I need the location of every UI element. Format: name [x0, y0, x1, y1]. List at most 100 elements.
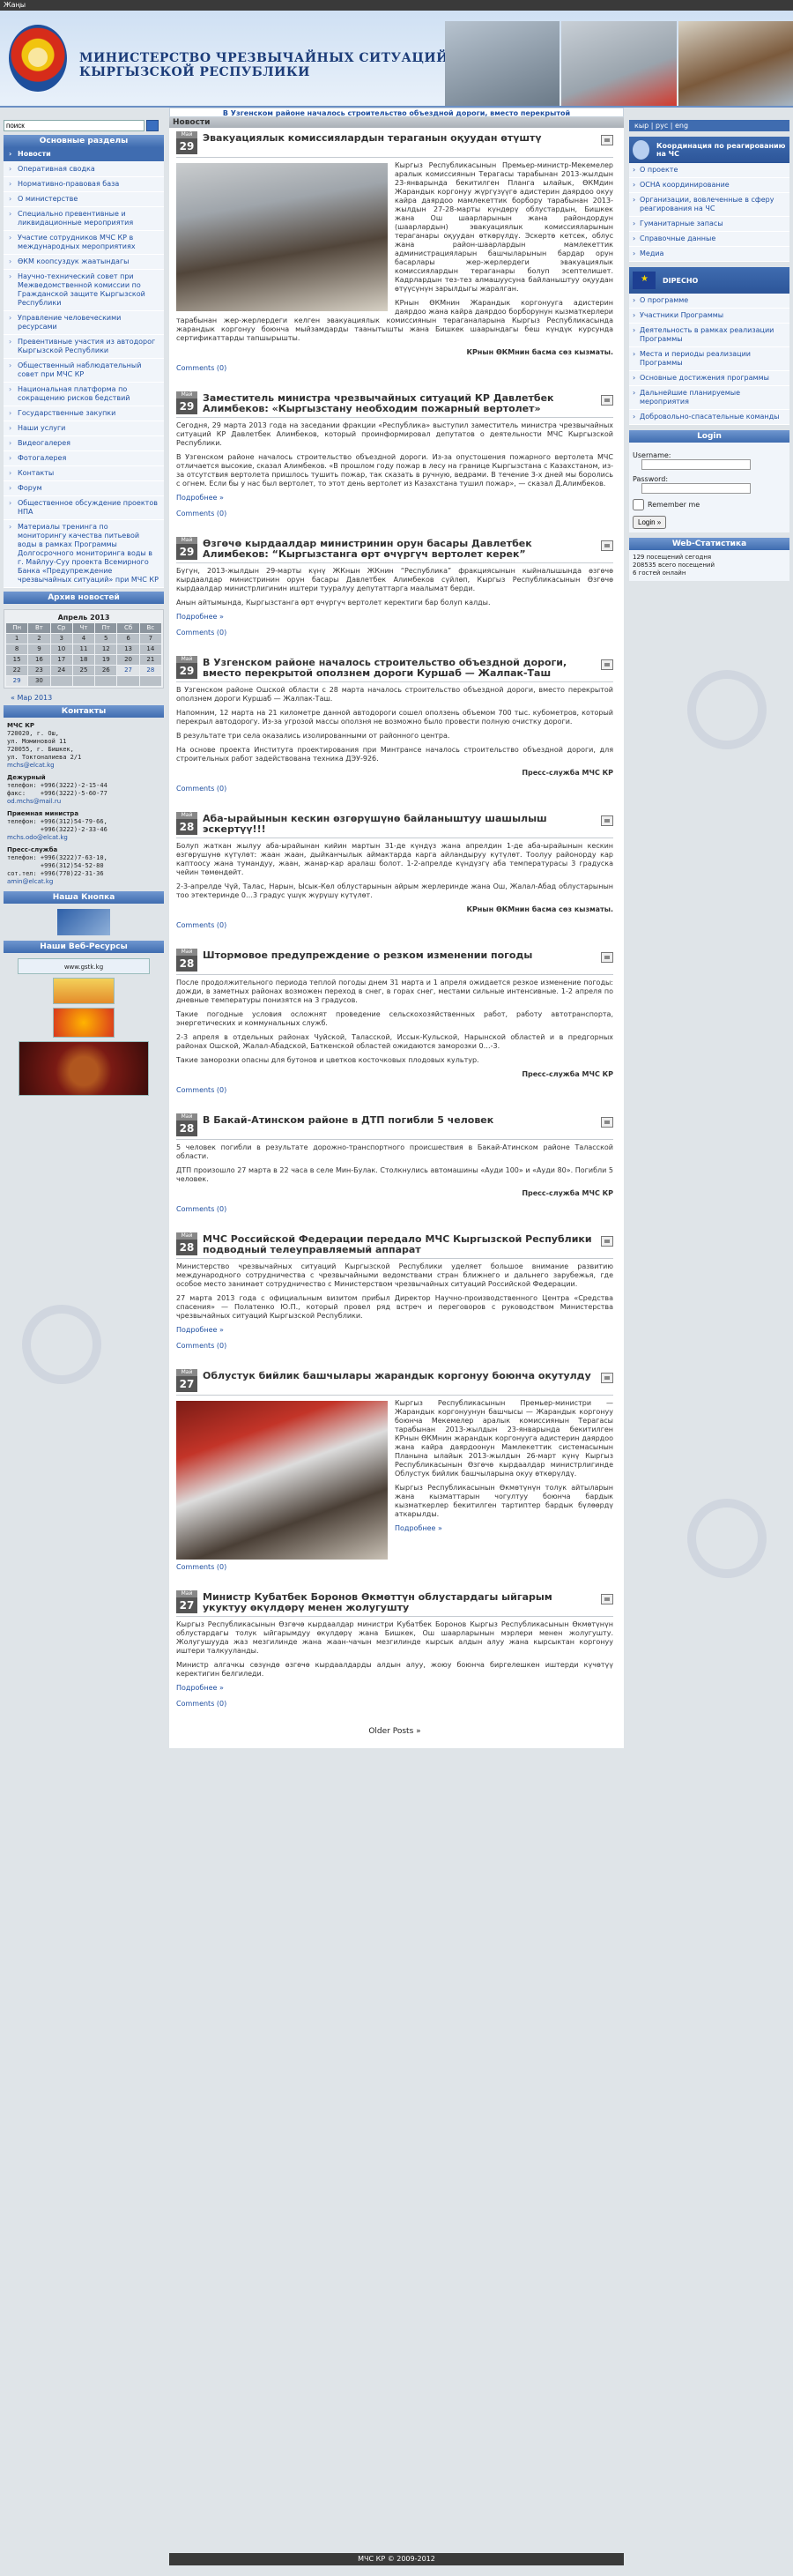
print-icon[interactable] — [601, 1236, 613, 1247]
article-title-link[interactable]: Заместитель министра чрезвычайных ситуац… — [197, 391, 601, 414]
print-icon[interactable] — [601, 540, 613, 551]
article-title-link[interactable]: МЧС Российской Федерации передало МЧС Кы… — [197, 1232, 601, 1255]
sidebar-menu-item[interactable]: Управление человеческими ресурсами — [4, 311, 164, 335]
sidebar-menu-item[interactable]: ӨКМ коопсуздук жаатындагы — [4, 255, 164, 270]
coordination-menu-item[interactable]: О проекте — [629, 163, 789, 178]
search-input[interactable] — [4, 120, 145, 131]
comments-link[interactable]: Comments (0) — [176, 1700, 613, 1708]
sidebar-menu-item[interactable]: Форум — [4, 481, 164, 496]
sidebar-menu-item[interactable]: Специально превентивные и ликвидационные… — [4, 207, 164, 231]
article-title-link[interactable]: Өзгөчө кырдаалдар министринин орун басар… — [197, 537, 601, 560]
sidebar-menu-item[interactable]: Нормативно-правовая база — [4, 177, 164, 192]
read-more-link[interactable]: Подробнее » — [176, 1684, 224, 1692]
contacts-reception-email-link[interactable]: mchs.odo@elcat.kg — [7, 834, 160, 842]
sidebar-menu-item[interactable]: Общественный наблюдательный совет при МЧ… — [4, 359, 164, 383]
article-title-link[interactable]: В Бакай-Атинском районе в ДТП погибли 5 … — [197, 1113, 601, 1126]
ministry-emblem-icon[interactable] — [9, 25, 67, 92]
print-icon[interactable] — [601, 1117, 613, 1128]
calendar-day: 21 — [139, 655, 161, 665]
print-icon[interactable] — [601, 395, 613, 406]
print-icon[interactable] — [601, 1373, 613, 1383]
dipecho-menu-item[interactable]: Участники Программы — [629, 309, 789, 324]
dipecho-menu-item[interactable]: Добровольно-спасательные команды — [629, 410, 789, 425]
print-icon[interactable] — [601, 952, 613, 963]
calendar-prev-text[interactable]: « Мар 2013 — [11, 694, 52, 702]
comments-link[interactable]: Comments (0) — [176, 364, 613, 372]
article-title-link[interactable]: Облустук бийлик башчылары жарандык корго… — [197, 1369, 601, 1381]
our-button-banner[interactable] — [57, 909, 110, 935]
print-icon[interactable] — [601, 815, 613, 826]
sidebar-menu-item[interactable]: Научно-технический совет при Межведомств… — [4, 270, 164, 311]
print-icon[interactable] — [601, 659, 613, 670]
watermark-emblem-icon — [22, 1305, 101, 1384]
contacts-press-email-link[interactable]: amin@elcat.kg — [7, 878, 160, 886]
calendar-day: 17 — [50, 655, 72, 665]
comments-link[interactable]: Comments (0) — [176, 921, 613, 929]
comments-link[interactable]: Comments (0) — [176, 785, 613, 793]
calendar-day[interactable]: 27 — [117, 666, 139, 675]
sidebar-menu-item[interactable]: Участие сотрудников МЧС КР в международн… — [4, 231, 164, 255]
sidebar-menu-item[interactable]: Фотогалерея — [4, 451, 164, 466]
older-posts-link[interactable]: Older Posts » — [176, 1727, 613, 1736]
language-switcher[interactable]: кыр | рус | eng — [629, 120, 789, 131]
print-icon[interactable] — [601, 135, 613, 145]
article-body: Кыргыз Республикасынын Премьер-министр-М… — [176, 161, 613, 357]
article-title-link[interactable]: В Узгенском районе началось строительств… — [197, 656, 601, 679]
comments-link[interactable]: Comments (0) — [176, 1342, 613, 1350]
calendar-grid: Пн Вт Ср Чт Пт Сб Вс 1 2 3 4 5 6 7 8 9 10 11 12 13 14 15 16 17 1… — [6, 623, 161, 686]
read-more-link[interactable]: Подробнее » — [176, 494, 224, 502]
print-icon[interactable] — [601, 1594, 613, 1604]
coordination-menu-item[interactable]: Организации, вовлеченные в сферу реагиро… — [629, 193, 789, 217]
dipecho-menu-item[interactable]: Деятельность в рамках реализации Програм… — [629, 324, 789, 347]
sidebar-menu-item[interactable]: О министерстве — [4, 192, 164, 207]
article-title-link[interactable]: Штормовое предупреждение о резком измене… — [197, 949, 601, 961]
sidebar-menu-item[interactable]: Контакты — [4, 466, 164, 481]
stats-line: 6 гостей онлайн — [633, 570, 686, 577]
read-more-link[interactable]: Подробнее » — [395, 1524, 442, 1532]
article-title-link[interactable]: Аба-ырайынын кескин өзгөрүшүнө байланышт… — [197, 812, 601, 835]
coordination-menu-item[interactable]: Медиа — [629, 247, 789, 262]
resource-banner-hydromet[interactable] — [53, 978, 115, 1004]
resource-banner-tree[interactable] — [19, 1041, 149, 1096]
article-title-link[interactable]: Министр Кубатбек Боронов Өкмөттүн облуст… — [197, 1590, 601, 1613]
calendar-day[interactable]: 28 — [139, 666, 161, 675]
dipecho-menu-item[interactable]: Дальнейшие планируемые мероприятия — [629, 386, 789, 410]
comments-link[interactable]: Comments (0) — [176, 629, 613, 637]
sidebar-menu-item[interactable]: Видеогалерея — [4, 436, 164, 451]
sidebar-menu-item[interactable]: Превентивные участия из автодорог Кыргыз… — [4, 335, 164, 359]
sidebar-menu-item[interactable]: Национальная платформа по сокращению рис… — [4, 383, 164, 406]
gstk-banner-link[interactable]: www.gstk.kg — [18, 958, 150, 974]
comments-link[interactable]: Comments (0) — [176, 510, 613, 517]
comments-link[interactable]: Comments (0) — [176, 1205, 613, 1213]
resource-banner-emblem[interactable] — [53, 1008, 115, 1038]
dipecho-menu-item[interactable]: Основные достижения программы — [629, 371, 789, 386]
breadcrumb-text[interactable]: В Узгенском районе началось строительств… — [223, 109, 570, 117]
dipecho-menu-item[interactable]: О программе — [629, 294, 789, 309]
breadcrumb[interactable]: В Узгенском районе началось строительств… — [169, 108, 624, 117]
contacts-email-link[interactable]: mchs@elcat.kg — [7, 762, 160, 770]
sidebar-menu-item[interactable]: Общественное обсуждение проектов НПА — [4, 496, 164, 520]
sidebar-menu-item[interactable]: Государственные закупки — [4, 406, 164, 421]
comments-link[interactable]: Comments (0) — [176, 1563, 613, 1571]
coordination-menu-item[interactable]: Справочные данные — [629, 232, 789, 247]
dipecho-menu-item[interactable]: Места и периоды реализации Программы — [629, 347, 789, 371]
read-more-link[interactable]: Подробнее » — [176, 1326, 224, 1334]
coordination-menu-item[interactable]: Гуманитарные запасы — [629, 217, 789, 232]
login-button[interactable]: Login » — [633, 516, 667, 529]
calendar-day[interactable]: 29 — [6, 676, 28, 686]
remember-checkbox[interactable] — [633, 499, 644, 510]
sidebar-menu-item[interactable]: Новости — [4, 147, 164, 162]
search-button[interactable] — [146, 120, 159, 131]
sidebar-menu-item[interactable]: Материалы тренинга по мониторингу качест… — [4, 520, 164, 588]
contacts-duty-email-link[interactable]: od.mchs@mail.ru — [7, 798, 160, 806]
article-title-link[interactable]: Эвакуациялык комиссиялардын тераганын оқ… — [197, 131, 601, 144]
comments-link[interactable]: Comments (0) — [176, 1086, 613, 1094]
calendar-prev-link[interactable]: « Мар 2013 — [11, 694, 164, 702]
sidebar-menu-item[interactable]: Наши услуги — [4, 421, 164, 436]
sidebar-menu-item[interactable]: Оперативная сводка — [4, 162, 164, 177]
read-more-link[interactable]: Подробнее » — [176, 613, 224, 621]
site-header: МИНИСТЕРСТВО ЧРЕЗВЫЧАЙНЫХ СИТУАЦИЙ КЫРГЫ… — [0, 11, 793, 108]
coordination-menu-item[interactable]: ОСНА координирование — [629, 178, 789, 193]
username-input[interactable] — [641, 459, 751, 470]
password-input[interactable] — [641, 483, 751, 494]
